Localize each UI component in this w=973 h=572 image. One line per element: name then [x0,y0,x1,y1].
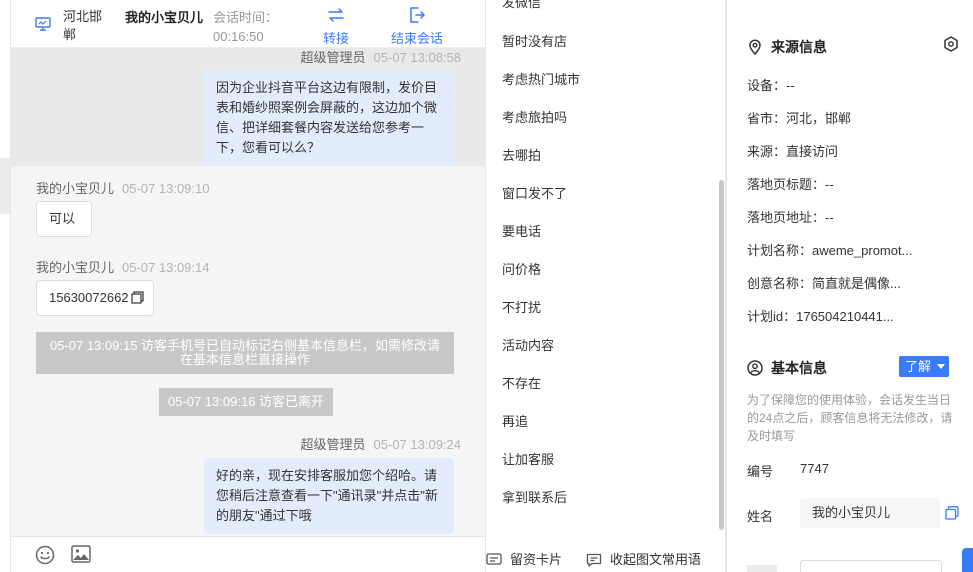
system-note: 05-07 13:09:16 访客已离开 [159,388,333,416]
next-field-label [747,565,777,572]
learn-more-label: 了解 [905,359,932,374]
collapse-quick-replies-button[interactable]: 收起图文常用语 [586,549,701,568]
visitor-message: 可以 [36,201,92,237]
message-time: 05-07 13:09:14 [122,260,210,275]
quick-reply-item[interactable]: 不存在 [502,373,541,392]
quick-reply-item[interactable]: 拿到联系后 [502,487,567,506]
info-plan-id: 计划id：176504210441... [747,309,894,324]
side-tab[interactable] [962,548,973,572]
end-session-button[interactable]: 结束会话 [391,6,443,47]
emoji-icon[interactable] [35,545,55,568]
info-landing-title: 落地页标题：-- [747,177,834,192]
transfer-label: 转接 [323,31,350,46]
id-value: 7747 [800,461,829,476]
message-meta: 我的小宝贝儿 05-07 13:09:14 [36,257,209,276]
next-field-input[interactable] [800,560,942,572]
image-icon[interactable] [71,545,91,566]
chat-panel: 河北邯郸 我的小宝贝儿 会话时间： 00:16:50 转接 结束会话 超级管理员… [10,0,486,572]
quick-reply-item[interactable]: 暂时没有店 [502,31,567,50]
visitor-name: 我的小宝贝儿 [125,10,204,25]
chat-header: 河北邯郸 我的小宝贝儿 会话时间： 00:16:50 转接 结束会话 [11,0,485,48]
quick-reply-item[interactable]: 考虑旅拍吗 [502,107,567,126]
quick-reply-item[interactable]: 让加客服 [502,449,554,468]
end-session-label: 结束会话 [391,31,444,46]
chat-icon [586,553,602,567]
message-sender: 超级管理员 [300,437,366,452]
message-sender: 我的小宝贝儿 [36,260,115,275]
visitor-location: 河北邯郸 [63,9,103,42]
location-pin-icon [749,39,761,56]
quick-reply-item[interactable]: 窗口发不了 [502,183,567,202]
transfer-icon [328,8,344,22]
name-field[interactable]: 我的小宝贝儿 [800,498,940,528]
agent-message: 因为企业抖音平台这边有限制，发价目表和婚纱照案例会屏蔽的，这边加个微信、把详细套… [204,70,454,166]
collapse-quick-replies-label: 收起图文常用语 [610,552,702,567]
user-icon [747,360,763,376]
visitor-info-panel: 来源信息 设备：-- 省市：河北，邯郸 来源：直接访问 落地页标题：-- 落地页… [726,0,973,572]
agent-message: 好的亲，现在安排客服加您个绍哈。请您稍后注意查看一下"通讯录"并点击"新的朋友"… [204,458,454,534]
source-info-title: 来源信息 [747,37,827,57]
lead-card-button[interactable]: 留资卡片 [486,549,562,568]
monitor-icon [35,16,51,32]
name-label: 姓名 [747,509,774,524]
chat-toolbar [11,536,485,572]
quick-reply-item[interactable]: 再追 [502,411,528,430]
visitor-phone-message: 15630072662 [36,280,154,316]
quick-reply-scrollbar[interactable] [719,180,724,530]
left-edge-strip [0,158,10,214]
lead-card-label: 留资卡片 [510,552,563,567]
info-creative-name: 创意名称：简直就是偶像... [747,276,901,291]
message-time: 05-07 13:08:58 [373,50,461,65]
session-time-label: 会话时间： [213,10,279,25]
message-time: 05-07 13:09:10 [122,181,210,196]
quick-reply-item[interactable]: 问价格 [502,259,541,278]
info-source: 来源：直接访问 [747,144,839,159]
basic-info-label: 基本信息 [771,360,827,376]
exit-icon [410,7,425,23]
quick-reply-item[interactable]: 发微信 [502,0,541,11]
message-meta: 超级管理员 05-07 13:08:58 [301,47,461,66]
card-icon [486,553,502,565]
info-device: 设备：-- [747,78,795,93]
session-time: 00:16:50 [213,29,264,44]
quick-reply-item[interactable]: 活动内容 [502,335,554,354]
message-meta: 超级管理员 05-07 13:09:24 [301,434,461,453]
info-province-city: 省市：河北，邯郸 [747,111,852,126]
message-sender: 超级管理员 [300,50,366,65]
quick-reply-panel: 发微信 暂时没有店 考虑热门城市 考虑旅拍吗 去哪拍 窗口发不了 要电话 问价格… [486,0,726,572]
info-landing-url: 落地页地址：-- [747,210,834,225]
learn-more-button[interactable]: 了解 [899,356,949,377]
source-info-label: 来源信息 [771,39,827,55]
quick-reply-item[interactable]: 去哪拍 [502,145,541,164]
quick-reply-item[interactable]: 考虑热门城市 [502,69,580,88]
message-time: 05-07 13:09:24 [373,437,461,452]
settings-icon[interactable] [943,36,959,55]
quick-reply-item[interactable]: 要电话 [502,221,541,240]
quick-reply-item[interactable]: 不打扰 [502,297,541,316]
copy-icon[interactable] [130,291,144,304]
caret-down-icon [936,364,945,369]
transfer-button[interactable]: 转接 [323,6,349,47]
info-plan-name: 计划名称：aweme_promot... [747,243,913,258]
basic-info-note: 为了保障您的使用体验，会话发生当日的24点之后，顾客信息将无法修改，请及时填写 [747,393,953,443]
id-label: 编号 [747,464,774,479]
phone-number: 15630072662 [49,290,129,305]
message-meta: 我的小宝贝儿 05-07 13:09:10 [36,178,209,197]
copy-icon[interactable] [945,506,959,523]
basic-info-title: 基本信息 [747,358,827,378]
system-note: 05-07 13:09:15 访客手机号已自动标记右侧基本信息栏，如需修改请在基… [36,332,454,374]
message-sender: 我的小宝贝儿 [36,181,115,196]
